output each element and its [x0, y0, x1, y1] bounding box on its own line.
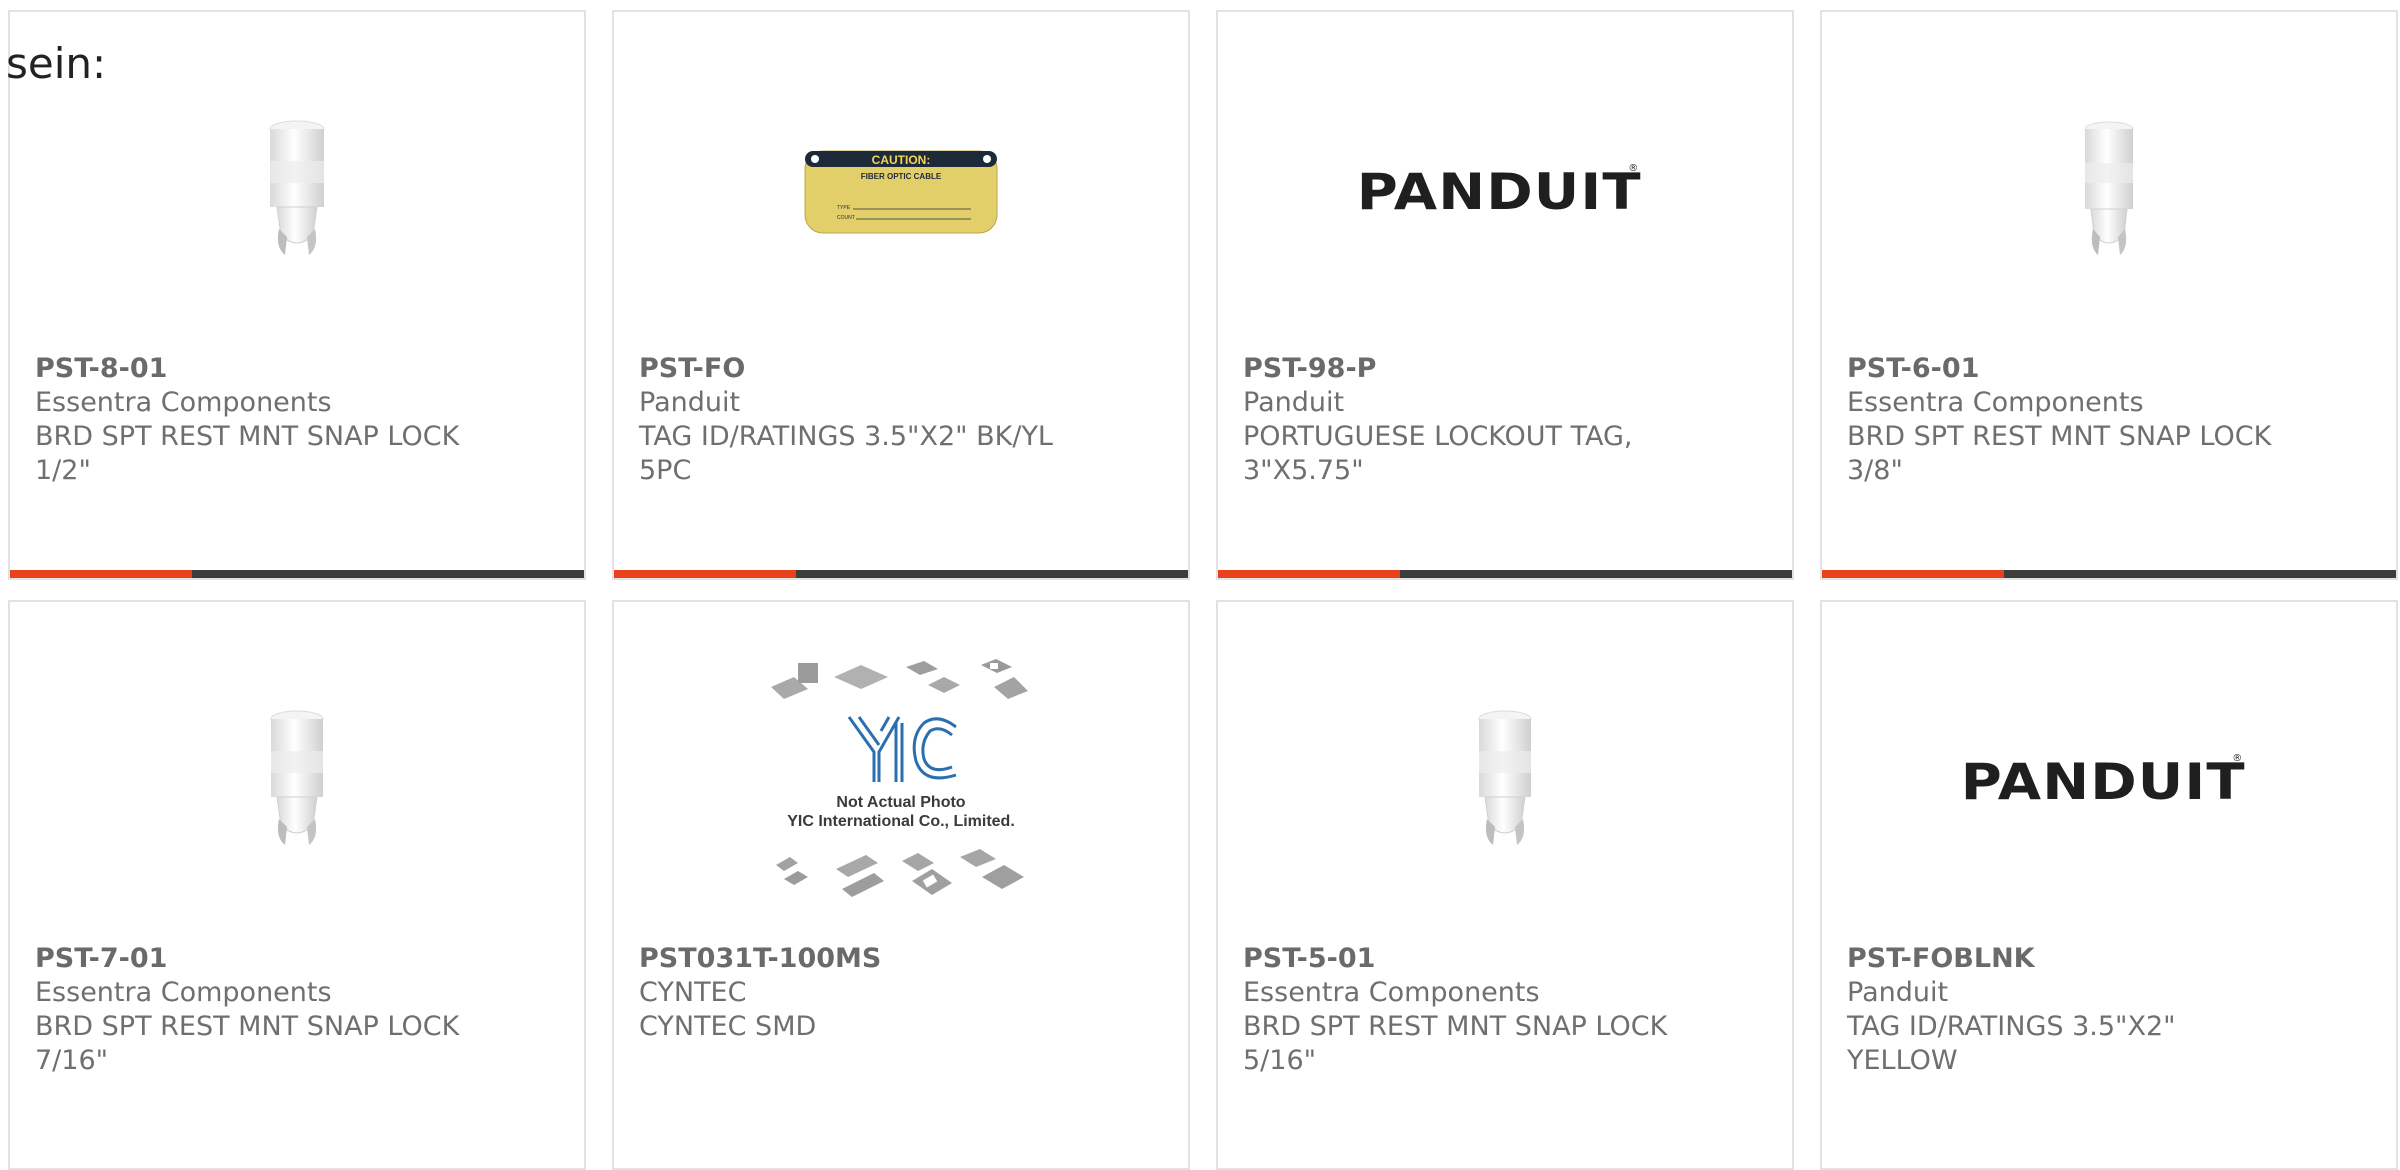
manufacturer: Panduit — [1243, 387, 1345, 418]
description: BRD SPT REST MNT SNAP LOCK 5/16" — [1243, 1011, 1668, 1076]
manufacturer: Panduit — [1847, 977, 1949, 1008]
product-image — [10, 62, 584, 322]
product-image — [10, 652, 584, 912]
part-number[interactable]: PST-7-01 — [35, 942, 465, 976]
placeholder-caption: Not Actual Photo YIC International Co., … — [766, 793, 1036, 831]
tag-line3: COUNT — [837, 215, 855, 221]
part-number[interactable]: PST-FO — [639, 352, 1069, 386]
card-bottom-bar — [10, 570, 584, 578]
placeholder-line1: Not Actual Photo — [836, 794, 966, 811]
product-card[interactable]: PST-8-01 Essentra Components BRD SPT RES… — [8, 10, 586, 580]
placeholder-line2: YIC International Co., Limited. — [787, 813, 1015, 830]
logo-text: PANDUIT — [1960, 753, 2246, 811]
manufacturer: Essentra Components — [35, 387, 332, 418]
snap-lock-support-icon — [270, 710, 324, 845]
product-image — [1218, 652, 1792, 912]
manufacturer: Essentra Components — [1243, 977, 1540, 1008]
product-image: Not Actual Photo YIC International Co., … — [614, 652, 1188, 912]
chip-packages-icon — [771, 659, 1028, 897]
manufacturer: Panduit — [639, 387, 741, 418]
panduit-logo: PANDUIT ® — [1357, 163, 1641, 221]
product-info: PST-7-01 Essentra Components BRD SPT RES… — [35, 942, 465, 1078]
snap-lock-support-icon — [269, 120, 325, 255]
part-number[interactable]: PST-5-01 — [1243, 942, 1673, 976]
part-number[interactable]: PST-98-P — [1243, 352, 1673, 386]
product-card[interactable]: PST-7-01 Essentra Components BRD SPT RES… — [8, 600, 586, 1170]
snap-lock-support-icon — [2084, 121, 2134, 255]
card-accent-bar — [1822, 570, 2004, 578]
panduit-logo: PANDUIT ® — [1961, 753, 2245, 811]
product-info: PST-8-01 Essentra Components BRD SPT RES… — [35, 352, 465, 488]
manufacturer: Essentra Components — [1847, 387, 2144, 418]
tag-line1: FIBER OPTIC CABLE — [861, 172, 942, 181]
description: BRD SPT REST MNT SNAP LOCK 1/2" — [35, 421, 460, 486]
card-accent-bar — [10, 570, 192, 578]
product-card[interactable]: PANDUIT ® PST-98-P Panduit PORTUGUESE LO… — [1216, 10, 1794, 580]
snap-lock-support-icon — [1478, 710, 1532, 845]
product-info: PST-FO Panduit TAG ID/RATINGS 3.5"X2" BK… — [639, 352, 1069, 488]
card-bottom-bar — [614, 570, 1188, 578]
product-image: PANDUIT ® — [1218, 62, 1792, 322]
description: BRD SPT REST MNT SNAP LOCK 3/8" — [1847, 421, 2272, 486]
not-actual-photo-placeholder: Not Actual Photo YIC International Co., … — [766, 657, 1036, 907]
card-bottom-bar — [1822, 570, 2396, 578]
product-image: CAUTION: FIBER OPTIC CABLE TYPE COUNT — [614, 62, 1188, 322]
description: PORTUGUESE LOCKOUT TAG, 3"X5.75" — [1243, 421, 1633, 486]
tag-header: CAUTION: — [872, 153, 931, 167]
part-number[interactable]: PST031T-100MS — [639, 942, 1069, 976]
product-card[interactable]: PST-6-01 Essentra Components BRD SPT RES… — [1820, 10, 2398, 580]
product-info: PST-FOBLNK Panduit TAG ID/RATINGS 3.5"X2… — [1847, 942, 2277, 1078]
part-number[interactable]: PST-6-01 — [1847, 352, 2277, 386]
tag-line2: TYPE — [837, 205, 851, 211]
card-bottom-bar — [1218, 570, 1792, 578]
description: BRD SPT REST MNT SNAP LOCK 7/16" — [35, 1011, 460, 1076]
product-image — [1822, 62, 2396, 322]
manufacturer: Essentra Components — [35, 977, 332, 1008]
product-card[interactable]: PANDUIT ® PST-FOBLNK Panduit TAG ID/RATI… — [1820, 600, 2398, 1170]
intro-text: sein: — [6, 39, 107, 88]
description: CYNTEC SMD — [639, 1011, 817, 1042]
part-number[interactable]: PST-8-01 — [35, 352, 465, 386]
fiber-optic-tag-icon: CAUTION: FIBER OPTIC CABLE TYPE COUNT — [804, 150, 998, 234]
product-image: PANDUIT ® — [1822, 652, 2396, 912]
logo-text: PANDUIT — [1356, 163, 1642, 221]
card-accent-bar — [1218, 570, 1400, 578]
product-grid: PST-8-01 Essentra Components BRD SPT RES… — [8, 10, 2398, 1170]
product-info: PST031T-100MS CYNTEC CYNTEC SMD — [639, 942, 1069, 1044]
description: TAG ID/RATINGS 3.5"X2" BK/YL 5PC — [639, 421, 1053, 486]
product-info: PST-98-P Panduit PORTUGUESE LOCKOUT TAG,… — [1243, 352, 1673, 488]
product-info: PST-6-01 Essentra Components BRD SPT RES… — [1847, 352, 2277, 488]
description: TAG ID/RATINGS 3.5"X2" YELLOW — [1847, 1011, 2176, 1076]
product-card[interactable]: CAUTION: FIBER OPTIC CABLE TYPE COUNT PS… — [612, 10, 1190, 580]
part-number[interactable]: PST-FOBLNK — [1847, 942, 2277, 976]
card-accent-bar — [614, 570, 796, 578]
product-card[interactable]: PST-5-01 Essentra Components BRD SPT RES… — [1216, 600, 1794, 1170]
product-card[interactable]: Not Actual Photo YIC International Co., … — [612, 600, 1190, 1170]
manufacturer: CYNTEC — [639, 977, 747, 1008]
product-info: PST-5-01 Essentra Components BRD SPT RES… — [1243, 942, 1673, 1078]
